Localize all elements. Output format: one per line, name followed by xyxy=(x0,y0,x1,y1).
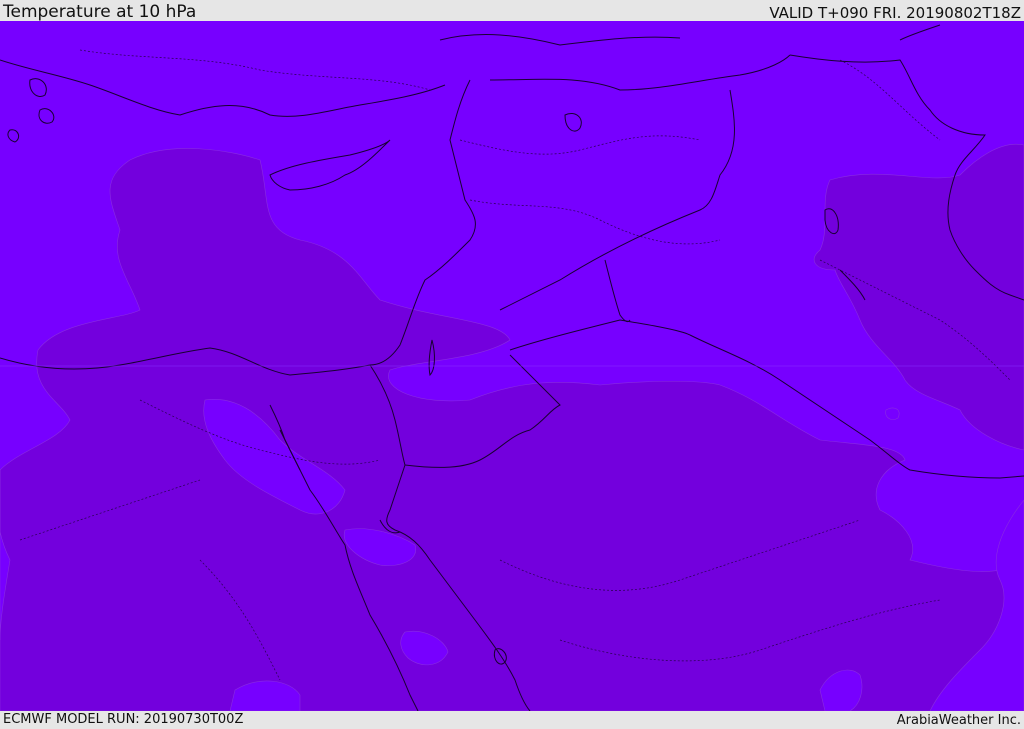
map-header: Temperature at 10 hPa VALID T+090 FRI. 2… xyxy=(0,0,1024,21)
map-footer: ECMWF MODEL RUN: 20190730T00Z ArabiaWeat… xyxy=(0,711,1024,729)
map-panel[interactable] xyxy=(0,21,1024,711)
temp-pocket-gulf xyxy=(885,407,900,420)
valid-time: VALID T+090 FRI. 20190802T18Z xyxy=(769,4,1021,22)
temperature-map xyxy=(0,21,1024,711)
credit-label: ArabiaWeather Inc. xyxy=(896,713,1021,728)
map-title: Temperature at 10 hPa xyxy=(3,2,197,22)
model-run-label: ECMWF MODEL RUN: 20190730T00Z xyxy=(3,712,244,727)
